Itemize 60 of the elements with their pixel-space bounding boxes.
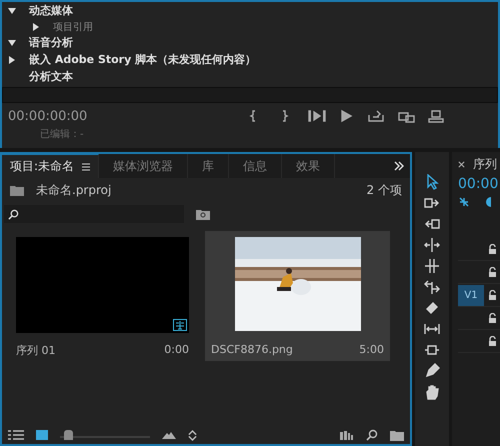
rate-tool-icon[interactable] bbox=[424, 279, 440, 295]
export-frame-icon[interactable] bbox=[428, 109, 446, 123]
zoom-slider[interactable] bbox=[60, 430, 150, 440]
lock-icon[interactable] bbox=[488, 267, 497, 277]
item-name: 序列 01 bbox=[16, 343, 56, 358]
panel-tab[interactable]: 媒体浏览器 bbox=[99, 154, 188, 178]
panel-tab[interactable]: 信息 bbox=[229, 154, 282, 178]
section-label: 动态媒体 bbox=[29, 3, 73, 18]
ripple-tool-icon[interactable] bbox=[424, 237, 440, 253]
metadata-label: 嵌入 Adobe Story 脚本（未发现任何内容） bbox=[29, 52, 256, 67]
lock-icon[interactable] bbox=[488, 336, 497, 346]
disclosure-triangle-icon[interactable] bbox=[31, 22, 41, 32]
disclosure-triangle-icon[interactable] bbox=[7, 38, 17, 48]
metadata-label: 分析文本 bbox=[29, 69, 73, 84]
text-field[interactable] bbox=[2, 87, 498, 103]
disclosure-triangle-icon[interactable] bbox=[7, 6, 17, 16]
mountain-icon[interactable] bbox=[162, 431, 176, 439]
folder-icon bbox=[10, 185, 24, 196]
search-field[interactable] bbox=[4, 205, 184, 223]
disclosure-triangle-icon[interactable] bbox=[7, 54, 17, 64]
edited-label: 已编辑：- bbox=[39, 128, 85, 141]
media-card[interactable]: 序列 01 0:00 bbox=[10, 231, 195, 361]
metadata-label: 项目引用 bbox=[53, 20, 93, 34]
timecode: 00:00 bbox=[458, 176, 500, 192]
insert-icon[interactable] bbox=[368, 109, 386, 123]
lock-icon[interactable] bbox=[488, 244, 497, 254]
timecode: 00:00:00:00 bbox=[8, 108, 88, 124]
sequence-tab-label[interactable]: 序列 bbox=[473, 156, 497, 172]
folder-search-icon[interactable] bbox=[196, 208, 210, 220]
section-label: 语音分析 bbox=[29, 35, 73, 50]
item-name: DSCF8876.png bbox=[211, 343, 293, 356]
go-in-out-icon[interactable] bbox=[308, 109, 326, 123]
rolling-tool-icon[interactable] bbox=[424, 258, 440, 274]
slip-tool-icon[interactable] bbox=[424, 321, 440, 337]
item-count: 2 个项 bbox=[366, 182, 402, 199]
lock-icon[interactable] bbox=[488, 290, 497, 300]
overflow-chevron-icon[interactable] bbox=[394, 161, 404, 171]
item-duration: 5:00 bbox=[359, 343, 384, 356]
pen-tool-icon[interactable] bbox=[424, 363, 440, 379]
search-icon bbox=[8, 208, 19, 220]
folder-icon[interactable] bbox=[390, 430, 404, 440]
project-filename: 未命名.prproj bbox=[36, 182, 112, 199]
search-icon[interactable] bbox=[366, 429, 378, 441]
item-duration: 0:00 bbox=[164, 343, 189, 358]
media-card[interactable]: DSCF8876.png 5:00 bbox=[205, 231, 390, 361]
sequence-icon bbox=[173, 319, 187, 331]
menu-icon[interactable] bbox=[82, 162, 90, 170]
hand-tool-icon[interactable] bbox=[424, 384, 440, 400]
track-header[interactable]: V1 bbox=[458, 284, 500, 307]
automate-icon[interactable] bbox=[340, 430, 354, 440]
razor-tool-icon[interactable] bbox=[424, 300, 440, 316]
panel-tab[interactable]: 库 bbox=[188, 154, 230, 178]
close-icon[interactable] bbox=[458, 160, 465, 168]
list-view-icon[interactable] bbox=[8, 430, 24, 440]
snap-icon[interactable] bbox=[458, 196, 470, 208]
sort-icon[interactable] bbox=[188, 430, 197, 440]
lock-icon[interactable] bbox=[488, 313, 497, 323]
track-label: V1 bbox=[464, 290, 478, 300]
panel-tab[interactable]: 效果 bbox=[282, 154, 336, 178]
panel-tab[interactable]: 项目:未命名 bbox=[2, 154, 100, 178]
